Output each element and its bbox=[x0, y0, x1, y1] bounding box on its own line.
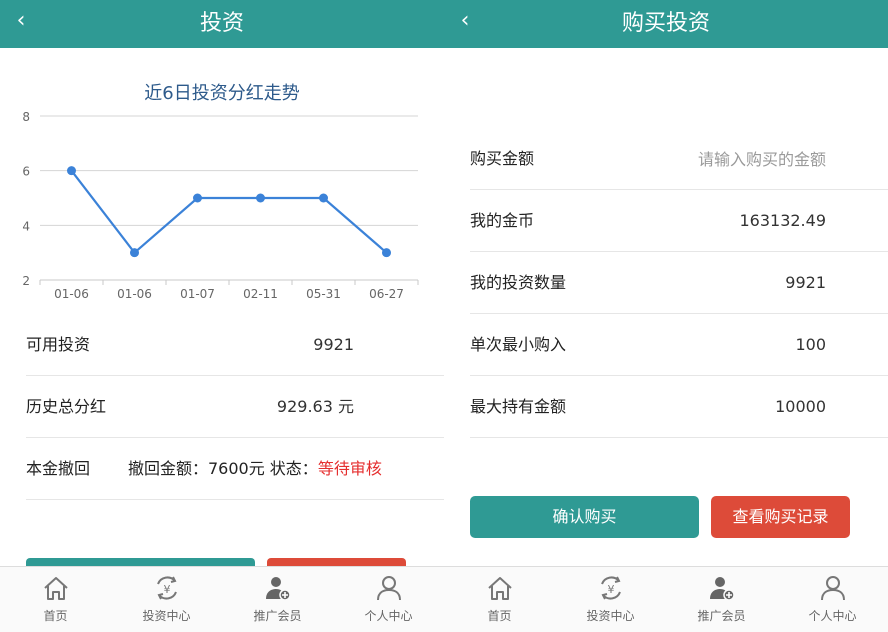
my-coins-label: 我的金币 bbox=[470, 211, 535, 230]
withdraw-row: 本金撤回 撤回金额：7600元 状态：等待审核 bbox=[26, 438, 444, 500]
my-coins-value: 163132.49 bbox=[739, 211, 826, 230]
tab-bar: 首页 ¥ 投资中心 推广会员 个人中心 bbox=[0, 566, 444, 632]
x-tick-label: 01-07 bbox=[180, 287, 215, 301]
person-icon bbox=[377, 576, 401, 601]
home-icon bbox=[44, 577, 68, 600]
svg-text:¥: ¥ bbox=[608, 583, 615, 596]
total-dividend-row: 历史总分红 929.63 元 bbox=[26, 376, 444, 438]
person-icon bbox=[821, 576, 845, 601]
data-point bbox=[382, 248, 391, 258]
tab-label: 推广会员 bbox=[253, 609, 302, 623]
tab-home[interactable]: 首页 bbox=[444, 567, 555, 632]
dividend-trend-chart: 2 4 6 8 01-06 01-06 01-07 02-11 05-31 06-27 bbox=[22, 110, 419, 301]
tab-label: 个人中心 bbox=[364, 609, 413, 623]
add-member-icon bbox=[266, 577, 291, 601]
buy-header: ‹ 购买投资 bbox=[444, 0, 888, 48]
data-point bbox=[256, 193, 265, 203]
x-tick-label: 02-11 bbox=[243, 287, 278, 301]
y-tick-label: 2 bbox=[22, 274, 30, 288]
tab-label: 个人中心 bbox=[808, 609, 857, 623]
buy-amount-row: 购买金额 bbox=[470, 128, 888, 190]
buy-invest-screen: ‹ 购买投资 购买金额 我的金币 163132.49 我的投资数量 9921 单… bbox=[444, 0, 888, 632]
add-member-icon bbox=[710, 577, 735, 601]
page-title: 投资 bbox=[199, 11, 244, 36]
my-invest-count-row: 我的投资数量 9921 bbox=[470, 252, 888, 314]
x-tick-label: 05-31 bbox=[306, 287, 341, 301]
withdraw-detail: 撤回金额：7600元 状态：等待审核 bbox=[128, 438, 382, 500]
data-point bbox=[67, 166, 76, 176]
tab-label: 首页 bbox=[43, 609, 68, 623]
yuan-cycle-icon: ¥ bbox=[601, 576, 621, 600]
data-point bbox=[193, 193, 202, 203]
withdraw-amount-text: 撤回金额：7600元 状态： bbox=[128, 459, 318, 478]
withdraw-label: 本金撤回 bbox=[26, 459, 91, 478]
buy-amount-input[interactable] bbox=[626, 144, 826, 174]
tab-home[interactable]: 首页 bbox=[0, 567, 111, 632]
data-point bbox=[319, 193, 328, 203]
invest-header: ‹ 投资 bbox=[0, 0, 444, 48]
x-tick-label: 01-06 bbox=[117, 287, 152, 301]
tab-promote-member[interactable]: 推广会员 bbox=[222, 567, 333, 632]
total-dividend-value: 929.63 元 bbox=[276, 397, 354, 416]
series-line bbox=[70, 169, 388, 255]
withdraw-status: 等待审核 bbox=[317, 459, 382, 478]
chart-axes: 2 4 6 8 01-06 01-06 01-07 02-11 05-31 06-27 bbox=[22, 110, 419, 301]
tab-invest-center[interactable]: ¥ 投资中心 bbox=[555, 567, 666, 632]
tab-personal-center[interactable]: 个人中心 bbox=[777, 567, 888, 632]
tab-label: 投资中心 bbox=[586, 609, 635, 623]
invest-screen: ‹ 投资 近6日投资分红走势 2 4 6 8 01-06 01-06 01-07 02-11 0… bbox=[0, 0, 444, 632]
available-invest-row: 可用投资 9921 bbox=[26, 314, 444, 376]
y-tick-label: 8 bbox=[22, 110, 30, 124]
my-invest-count-value: 9921 bbox=[785, 273, 826, 292]
buy-amount-label: 购买金额 bbox=[470, 149, 535, 168]
available-invest-label: 可用投资 bbox=[26, 335, 91, 354]
max-holding-row: 最大持有金额 10000 bbox=[470, 376, 888, 438]
purchase-records-button[interactable]: 查看购买记录 bbox=[711, 496, 850, 538]
available-invest-value: 9921 bbox=[313, 335, 354, 354]
y-tick-label: 4 bbox=[22, 219, 30, 233]
min-purchase-value: 100 bbox=[795, 335, 826, 354]
my-coins-row: 我的金币 163132.49 bbox=[470, 190, 888, 252]
total-dividend-label: 历史总分红 bbox=[26, 397, 107, 416]
home-icon bbox=[488, 577, 512, 600]
svg-text:¥: ¥ bbox=[164, 583, 171, 596]
yuan-cycle-icon: ¥ bbox=[157, 576, 177, 600]
tab-label: 投资中心 bbox=[142, 609, 191, 623]
y-tick-label: 6 bbox=[22, 165, 30, 179]
confirm-purchase-button[interactable]: 确认购买 bbox=[470, 496, 699, 538]
max-holding-label: 最大持有金额 bbox=[470, 397, 567, 416]
max-holding-value: 10000 bbox=[775, 397, 826, 416]
chart-series bbox=[67, 166, 391, 258]
my-invest-count-label: 我的投资数量 bbox=[470, 273, 567, 292]
tab-label: 推广会员 bbox=[697, 609, 746, 623]
tab-label: 首页 bbox=[487, 609, 512, 623]
data-point bbox=[130, 248, 139, 258]
tab-personal-center[interactable]: 个人中心 bbox=[333, 567, 444, 632]
min-purchase-label: 单次最小购入 bbox=[470, 335, 567, 354]
tab-invest-center[interactable]: ¥ 投资中心 bbox=[111, 567, 222, 632]
tab-bar: 首页 ¥ 投资中心 推广会员 个人中心 bbox=[444, 566, 888, 632]
x-tick-label: 01-06 bbox=[54, 287, 89, 301]
page-title: 购买投资 bbox=[621, 11, 710, 36]
tab-promote-member[interactable]: 推广会员 bbox=[666, 567, 777, 632]
x-tick-label: 06-27 bbox=[369, 287, 404, 301]
min-purchase-row: 单次最小购入 100 bbox=[470, 314, 888, 376]
